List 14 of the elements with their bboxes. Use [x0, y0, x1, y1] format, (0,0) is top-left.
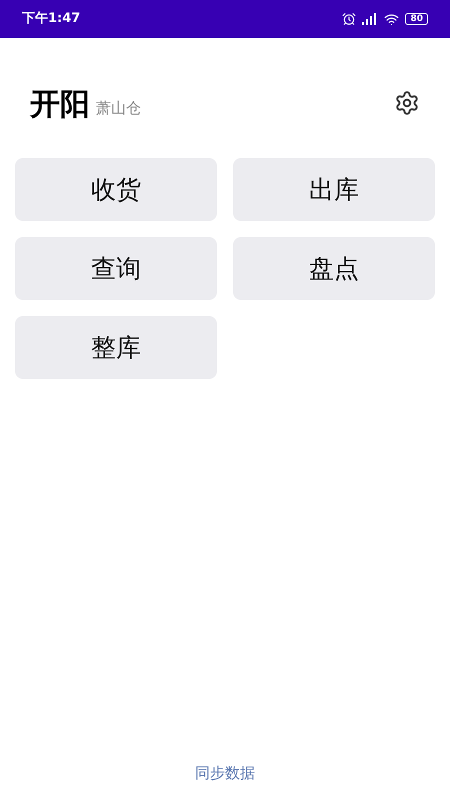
action-button[interactable]: 盘点 — [233, 237, 435, 300]
sync-data-link[interactable]: 同步数据 — [195, 762, 255, 784]
battery-indicator: 80 — [405, 13, 428, 25]
alarm-icon — [342, 12, 356, 26]
warehouse-name: 萧山仓 — [96, 98, 141, 118]
action-button[interactable]: 出库 — [233, 158, 435, 221]
signal-icon — [362, 13, 378, 25]
action-button[interactable]: 整库 — [15, 316, 217, 379]
status-time: 下午1:47 — [22, 10, 80, 28]
wifi-icon — [384, 12, 400, 26]
settings-icon[interactable] — [394, 90, 420, 116]
app-title: 开阳 — [30, 90, 90, 120]
action-button[interactable]: 收货 — [15, 158, 217, 221]
action-button[interactable]: 查询 — [15, 237, 217, 300]
